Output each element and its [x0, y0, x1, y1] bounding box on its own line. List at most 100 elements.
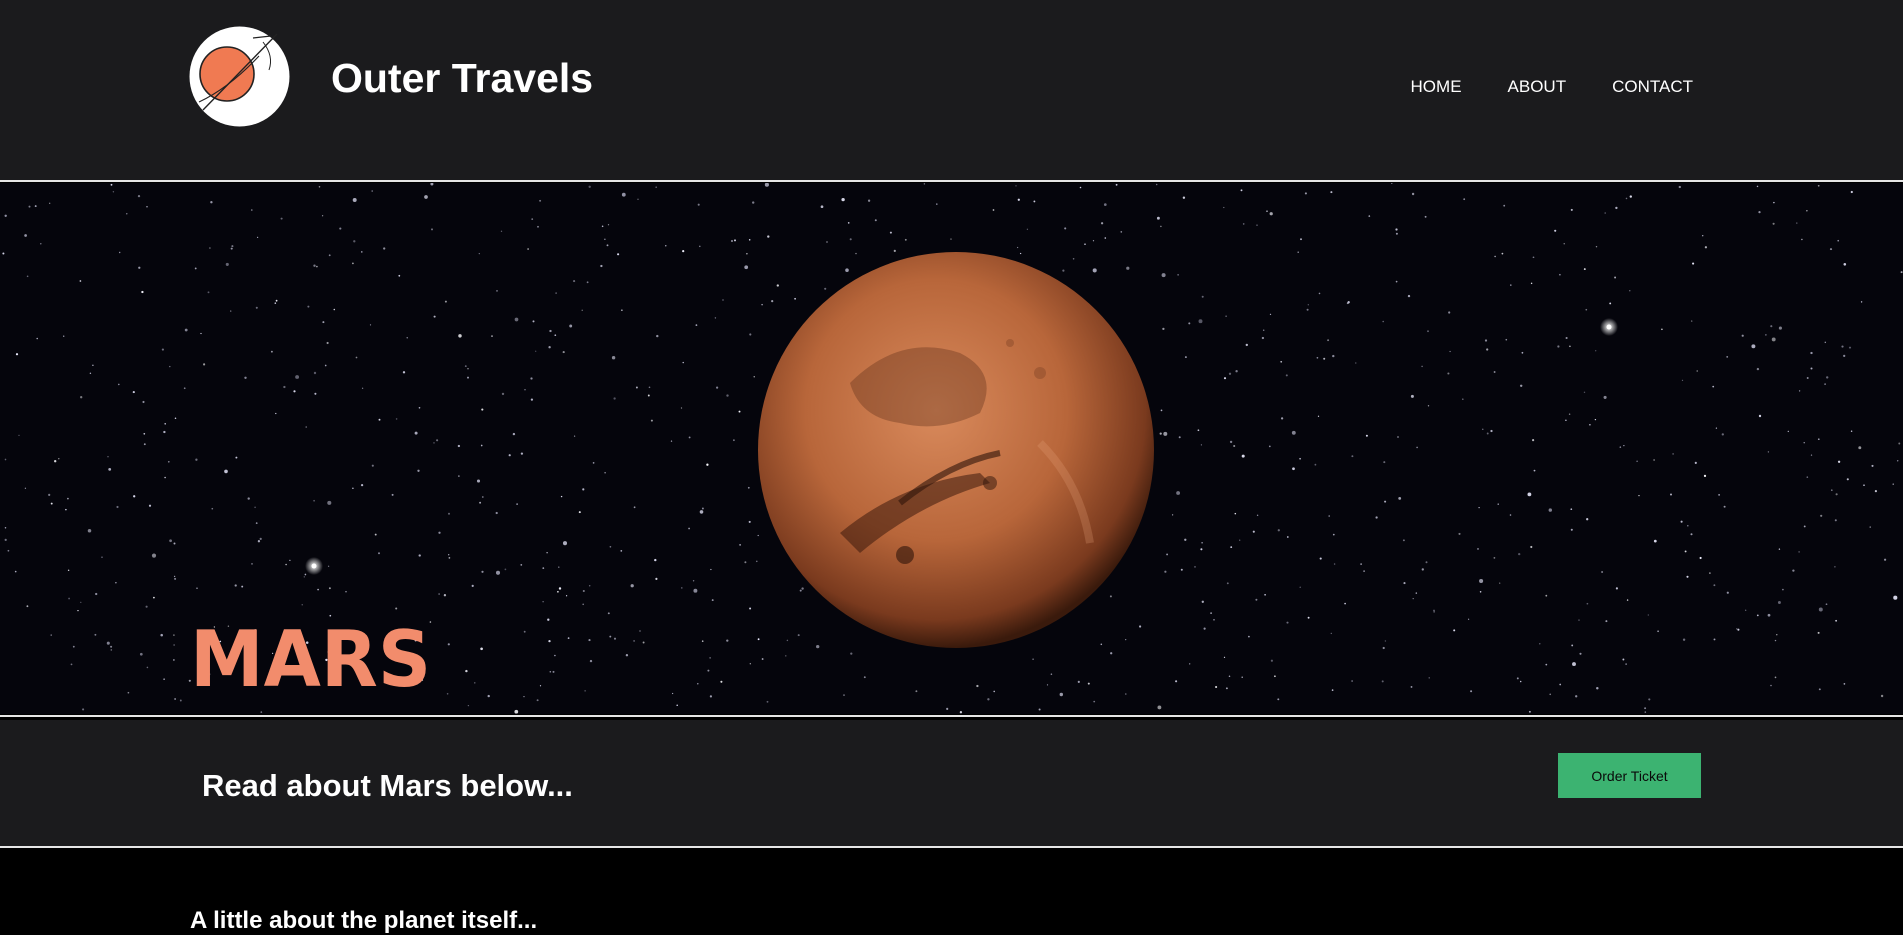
star [682, 250, 685, 253]
star [1319, 557, 1322, 560]
star [1548, 508, 1553, 512]
star [467, 376, 469, 379]
star [987, 698, 990, 701]
star [1806, 476, 1809, 478]
star [374, 533, 377, 536]
star [549, 671, 552, 673]
star [395, 418, 398, 420]
star [1570, 208, 1573, 211]
star [496, 290, 498, 292]
star [1234, 512, 1237, 515]
star [1368, 215, 1371, 217]
star [797, 634, 800, 637]
star [1549, 693, 1551, 696]
star [1223, 206, 1225, 209]
star [1503, 204, 1506, 207]
star [275, 299, 278, 302]
star [48, 493, 51, 496]
star [707, 669, 710, 672]
star [255, 522, 258, 524]
star [203, 363, 206, 366]
star [656, 334, 659, 338]
star [146, 206, 148, 208]
star [699, 245, 701, 248]
star [92, 364, 94, 367]
star [722, 299, 724, 301]
star [530, 377, 533, 380]
nav-home[interactable]: HOME [1411, 78, 1462, 96]
star [555, 292, 557, 294]
star [1501, 252, 1504, 255]
star [1718, 494, 1720, 496]
star [1125, 639, 1127, 641]
star [89, 372, 92, 375]
star [1605, 620, 1608, 623]
star [1837, 239, 1840, 242]
star [63, 335, 65, 337]
star [1226, 582, 1229, 585]
star [946, 707, 949, 710]
star [1307, 304, 1309, 306]
order-ticket-button[interactable]: Order Ticket [1558, 753, 1701, 798]
nav-contact[interactable]: CONTACT [1612, 78, 1693, 96]
star [1164, 570, 1167, 573]
star [1782, 588, 1784, 591]
star [195, 458, 198, 461]
star [318, 186, 321, 188]
star [438, 593, 440, 595]
star [1737, 628, 1740, 631]
star [378, 418, 381, 421]
star [621, 309, 623, 311]
star [1175, 680, 1178, 683]
star [850, 652, 853, 655]
star [1745, 609, 1747, 611]
star [923, 183, 926, 185]
star [739, 544, 741, 546]
planet-name-title: MARS [190, 614, 431, 704]
star [304, 573, 307, 576]
star [1201, 600, 1204, 603]
star [681, 587, 683, 589]
star [1333, 563, 1336, 565]
star [1771, 337, 1776, 342]
star [1756, 614, 1759, 617]
star [231, 245, 234, 248]
nav-about[interactable]: ABOUT [1508, 78, 1567, 96]
read-more-heading: Read about Mars below... [202, 768, 573, 803]
star [1484, 339, 1488, 342]
star [1077, 680, 1080, 683]
star [799, 589, 802, 592]
star [1817, 184, 1820, 187]
star [676, 704, 678, 706]
star [1653, 459, 1655, 461]
star [1893, 595, 1898, 600]
star [1494, 255, 1496, 258]
star [1614, 276, 1617, 279]
star [1125, 693, 1127, 695]
star [1286, 621, 1289, 624]
star [1425, 561, 1428, 564]
star [313, 499, 315, 502]
star [1416, 446, 1418, 449]
star [1817, 438, 1820, 441]
star [1365, 434, 1368, 437]
star [562, 351, 565, 354]
star [15, 353, 19, 356]
star [50, 634, 52, 636]
star [1583, 391, 1586, 394]
star [1532, 439, 1535, 442]
star [720, 680, 723, 683]
star [77, 609, 79, 612]
star [1277, 698, 1280, 701]
star [1831, 489, 1833, 491]
star [1093, 700, 1096, 703]
star [1239, 539, 1241, 541]
star [801, 587, 804, 590]
site-header: Outer Travels HOME ABOUT CONTACT [0, 0, 1903, 180]
star [1316, 356, 1319, 359]
star [1770, 684, 1772, 687]
section-divider [0, 846, 1903, 848]
star [548, 639, 551, 643]
star [126, 213, 128, 215]
planet-orbit-logo-icon[interactable] [189, 26, 290, 127]
